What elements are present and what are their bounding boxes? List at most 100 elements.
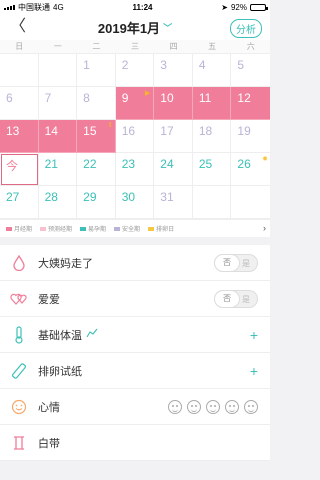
- legend-item: 预测经期: [40, 224, 72, 233]
- chart-icon[interactable]: [86, 328, 98, 341]
- day-number: 25: [198, 157, 213, 171]
- toggle-other-value: 是: [242, 294, 250, 304]
- day-cell[interactable]: 5: [231, 54, 270, 87]
- location-icon: ➤: [221, 2, 228, 12]
- day-cell[interactable]: 25: [192, 153, 232, 186]
- day-cell[interactable]: 26 ✹: [231, 153, 270, 186]
- day-cell[interactable]: 9 ▶: [115, 87, 155, 120]
- legend-item: 安全期: [114, 224, 140, 233]
- add-icon[interactable]: +: [250, 328, 258, 342]
- mood-face-icon[interactable]: [187, 399, 201, 414]
- day-number: 4: [198, 58, 206, 72]
- legend: 月经期 预测经期 易孕期 安全期 排卵日 ›: [0, 219, 270, 237]
- day-cell[interactable]: 7: [38, 87, 78, 120]
- battery-percent: 92%: [230, 2, 247, 12]
- day-cell[interactable]: 15 II: [77, 120, 116, 153]
- month-title-text: 2019年1月: [97, 20, 161, 36]
- day-cell[interactable]: 2: [115, 54, 155, 87]
- record-label-wrap: 心情: [38, 399, 168, 415]
- day-cell[interactable]: 12: [231, 87, 270, 120]
- legend-swatch: [40, 226, 47, 231]
- empty-cell: [192, 186, 232, 219]
- legend-label: 安全期: [122, 227, 141, 233]
- day-cell[interactable]: 17: [154, 120, 193, 153]
- toggle-selected-value: 否: [214, 289, 240, 308]
- smile-icon: [10, 398, 28, 416]
- day-cell[interactable]: 24: [154, 153, 193, 186]
- mood-face-icon[interactable]: [168, 399, 182, 414]
- record-row[interactable]: 基础体温 +: [0, 317, 270, 353]
- yes-no-toggle[interactable]: 否是: [214, 289, 258, 308]
- day-number: 27: [6, 190, 20, 204]
- yes-no-toggle[interactable]: 否是: [214, 253, 258, 272]
- mood-face-icon[interactable]: [244, 399, 258, 414]
- test-strip-icon: [10, 362, 28, 380]
- day-cell[interactable]: 18: [192, 120, 232, 153]
- record-label: 大姨妈走了: [38, 257, 93, 270]
- legend-label: 月经期: [14, 227, 33, 233]
- analyze-button[interactable]: 分析: [230, 19, 262, 38]
- record-row[interactable]: 心情: [0, 389, 270, 425]
- day-number: 19: [237, 124, 251, 138]
- day-cell[interactable]: 16: [115, 120, 155, 153]
- day-cell[interactable]: 14: [38, 120, 78, 153]
- day-cell[interactable]: 23: [115, 153, 155, 186]
- day-cell[interactable]: 19: [231, 120, 270, 153]
- discharge-icon: [10, 434, 28, 452]
- day-cell[interactable]: 1: [77, 54, 116, 87]
- weekday-label: 五: [208, 42, 217, 51]
- weekday-label: 二: [92, 42, 101, 51]
- legend-item: 排卵日: [148, 224, 174, 233]
- day-cell[interactable]: 29: [77, 186, 116, 219]
- weekday-header: 日一二三四五六: [0, 40, 270, 54]
- record-row[interactable]: 爱爱 否是: [0, 281, 270, 317]
- chevron-right-icon[interactable]: ›: [263, 223, 266, 233]
- calendar-grid: 1 2 3 4 5 6 7 8 9 ▶ 10 11 12 13 14 15 II 16 17 18 19 今 21 22 23 2…: [0, 54, 270, 219]
- day-cell[interactable]: 4: [192, 54, 232, 87]
- day-cell[interactable]: 30: [115, 186, 155, 219]
- day-number: 3: [160, 58, 167, 72]
- legend-label: 预测经期: [48, 227, 73, 233]
- mood-face-icon[interactable]: [225, 399, 239, 414]
- day-number: 8: [83, 91, 90, 105]
- day-cell[interactable]: 21: [38, 153, 78, 186]
- month-title[interactable]: 2019年1月 ﹀: [98, 18, 172, 37]
- day-number: 21: [44, 157, 58, 171]
- record-label: 排卵试纸: [38, 365, 82, 378]
- legend-item: 易孕期: [80, 224, 106, 233]
- mood-face-icon[interactable]: [206, 399, 220, 414]
- day-cell[interactable]: 6: [0, 87, 39, 120]
- day-number: 13: [6, 124, 20, 138]
- day-cell[interactable]: 27: [0, 186, 39, 219]
- record-row[interactable]: 白带: [0, 425, 270, 461]
- record-label: 爱爱: [38, 293, 60, 306]
- day-cell[interactable]: 13: [0, 120, 39, 153]
- day-number: 18: [198, 124, 213, 138]
- weekday-label: 日: [15, 42, 24, 51]
- day-cell[interactable]: 10: [154, 87, 193, 120]
- day-number: 23: [121, 157, 136, 171]
- record-label-wrap: 排卵试纸: [38, 363, 250, 379]
- weekday-label: 六: [246, 42, 255, 51]
- day-cell[interactable]: 22: [77, 153, 116, 186]
- record-row[interactable]: 排卵试纸 +: [0, 353, 270, 389]
- day-cell[interactable]: 8: [77, 87, 116, 120]
- record-row[interactable]: 大姨妈走了 否是: [0, 245, 270, 281]
- legend-swatch: [80, 226, 87, 231]
- clock: 11:24: [132, 2, 153, 12]
- add-icon[interactable]: +: [250, 364, 258, 378]
- weekday-label: 三: [130, 42, 139, 51]
- day-cell-today[interactable]: 今: [0, 153, 39, 186]
- day-number: 22: [83, 157, 97, 171]
- legend-swatch: [6, 226, 12, 231]
- period-start-icon: ▶: [144, 90, 151, 97]
- empty-cell: [38, 54, 78, 87]
- legend-label: 排卵日: [156, 227, 175, 233]
- day-cell[interactable]: 3: [154, 54, 193, 87]
- day-number: 9: [121, 91, 129, 105]
- day-number: 11: [198, 91, 212, 105]
- day-cell[interactable]: 31: [154, 186, 193, 219]
- back-icon[interactable]: 〈: [10, 19, 26, 35]
- day-cell[interactable]: 11: [192, 87, 232, 120]
- day-cell[interactable]: 28: [38, 186, 78, 219]
